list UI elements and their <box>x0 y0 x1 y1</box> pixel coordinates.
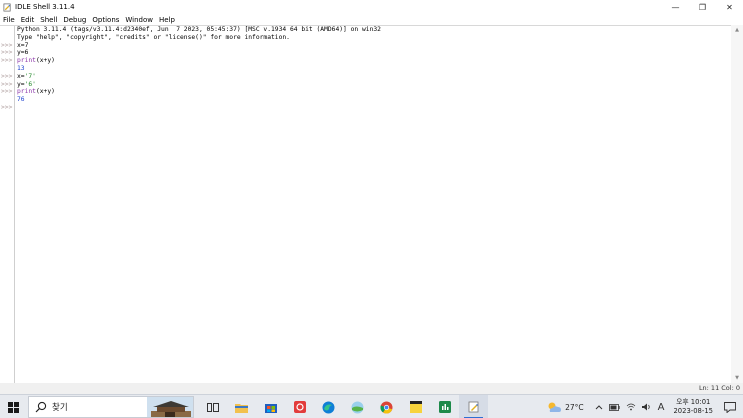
clock-date: 2023-08-15 <box>673 407 713 415</box>
idle-python-icon <box>468 401 478 413</box>
file-explorer-button[interactable] <box>227 395 256 418</box>
restore-button[interactable]: ❐ <box>689 0 716 14</box>
photo-app-button[interactable] <box>343 395 372 418</box>
banner-line: Type "help", "copyright", "credits" or "… <box>17 33 290 41</box>
call-args: (x+y) <box>35 88 55 96</box>
title-bar: IDLE Shell 3.11.4 — ❐ ✕ <box>0 0 743 14</box>
call-args: (x+y) <box>35 57 55 65</box>
assign-prefix: y= <box>17 80 25 88</box>
string-literal: '7' <box>24 72 36 80</box>
scroll-down-arrow-icon[interactable]: ▼ <box>731 373 743 383</box>
weather-widget[interactable]: 27°C <box>546 401 584 413</box>
menu-help[interactable]: Help <box>156 16 178 24</box>
folder-icon <box>235 403 248 413</box>
input-line: print(x+y) <box>17 88 727 96</box>
menu-file[interactable]: File <box>0 16 18 24</box>
idle-python-icon <box>3 3 11 11</box>
input-line: x=7 <box>17 41 29 49</box>
prompt-marker: >>> <box>1 49 13 57</box>
input-line: y=6 <box>17 49 29 57</box>
banner-line: Python 3.11.4 (tags/v3.11.4:d2340ef, Jun… <box>17 26 381 33</box>
windows-logo-icon <box>7 401 19 413</box>
input-line: x='7' <box>17 73 727 81</box>
show-hidden-icons-chevron-icon[interactable] <box>595 404 603 410</box>
input-line: y='6' <box>17 81 727 89</box>
volume-icon[interactable] <box>641 403 652 411</box>
task-view-icon <box>206 402 219 412</box>
prompt-marker: >>> <box>1 72 13 80</box>
menu-debug[interactable]: Debug <box>60 16 89 24</box>
sticky-note-icon <box>409 401 422 413</box>
wifi-icon[interactable] <box>626 403 636 411</box>
shell-text[interactable]: Python 3.11.4 (tags/v3.11.4:d2340ef, Jun… <box>17 26 727 384</box>
system-tray: 27°C A 오후 10:01 2023-08-15 <box>546 395 743 418</box>
menu-shell[interactable]: Shell <box>37 16 60 24</box>
chrome-browser-button[interactable] <box>372 395 401 418</box>
partly-cloudy-icon <box>548 402 562 412</box>
gutter-blank: . <box>0 65 14 73</box>
menu-edit[interactable]: Edit <box>18 16 38 24</box>
input-line: print(x+y) <box>17 57 727 65</box>
search-placeholder: 찾기 <box>52 403 68 413</box>
shell-editor[interactable]: . . >>> >>> >>> . >>> >>> >>> . >>> Pyth… <box>0 25 743 384</box>
sync-app-icon <box>293 401 306 413</box>
sync-app-button[interactable] <box>285 395 314 418</box>
output-line: 76 <box>17 96 25 104</box>
store-button[interactable] <box>256 395 285 418</box>
task-view-button[interactable] <box>198 395 227 418</box>
taskbar: 찾기 27°C A 오후 10:01 2023-08-15 <box>0 394 743 418</box>
weather-temperature: 27°C <box>565 402 584 412</box>
edge-icon <box>322 401 335 413</box>
taskbar-search-box[interactable]: 찾기 <box>28 396 194 418</box>
pinned-apps <box>198 395 488 418</box>
scroll-up-arrow-icon[interactable]: ▲ <box>731 25 743 35</box>
notification-speech-bubble-icon <box>724 401 736 413</box>
prompt-marker: >>> <box>1 41 13 49</box>
spreadsheet-app-button[interactable] <box>430 395 459 418</box>
status-bar: Ln: 11 Col: 0 <box>0 383 743 394</box>
prompt-gutter: . . >>> >>> >>> . >>> >>> >>> . >>> <box>0 26 15 384</box>
search-icon <box>35 401 47 413</box>
spreadsheet-icon <box>438 401 451 413</box>
menu-bar: File Edit Shell Debug Options Window Hel… <box>0 14 743 25</box>
menu-window[interactable]: Window <box>122 16 156 24</box>
notification-center-button[interactable] <box>721 395 739 418</box>
input-method-indicator[interactable]: A <box>658 402 665 413</box>
window-controls: — ❐ ✕ <box>662 0 743 14</box>
search-highlight-image-icon <box>147 397 193 417</box>
chrome-icon <box>380 401 393 414</box>
gutter-blank: . <box>0 26 14 34</box>
builtin-keyword: print <box>17 57 36 65</box>
gutter-blank: . <box>0 96 14 104</box>
prompt-marker: >>> <box>1 103 13 111</box>
prompt-marker: >>> <box>1 57 13 65</box>
battery-icon[interactable] <box>608 403 620 411</box>
taskbar-clock[interactable]: 오후 10:01 2023-08-15 <box>673 398 713 416</box>
vertical-scrollbar[interactable]: ▲ ▼ <box>731 25 743 383</box>
cursor-position: Ln: 11 Col: 0 <box>698 384 740 392</box>
minimize-button[interactable]: — <box>662 0 689 14</box>
gutter-blank: . <box>0 34 14 42</box>
start-button[interactable] <box>0 395 26 418</box>
globe-photo-icon <box>351 401 364 413</box>
assign-prefix: x= <box>17 72 25 80</box>
output-line: 13 <box>17 64 25 72</box>
string-literal: '6' <box>24 80 36 88</box>
current-input-line[interactable] <box>17 104 727 112</box>
builtin-keyword: print <box>17 88 36 96</box>
menu-options[interactable]: Options <box>89 16 122 24</box>
close-button[interactable]: ✕ <box>716 0 743 14</box>
store-bag-icon <box>264 404 277 413</box>
edge-browser-button[interactable] <box>314 395 343 418</box>
idle-app-button[interactable] <box>459 395 488 418</box>
clock-time: 오후 10:01 <box>676 398 711 406</box>
sticky-notes-button[interactable] <box>401 395 430 418</box>
prompt-marker: >>> <box>1 88 13 96</box>
window-title: IDLE Shell 3.11.4 <box>15 3 75 11</box>
prompt-marker: >>> <box>1 80 13 88</box>
